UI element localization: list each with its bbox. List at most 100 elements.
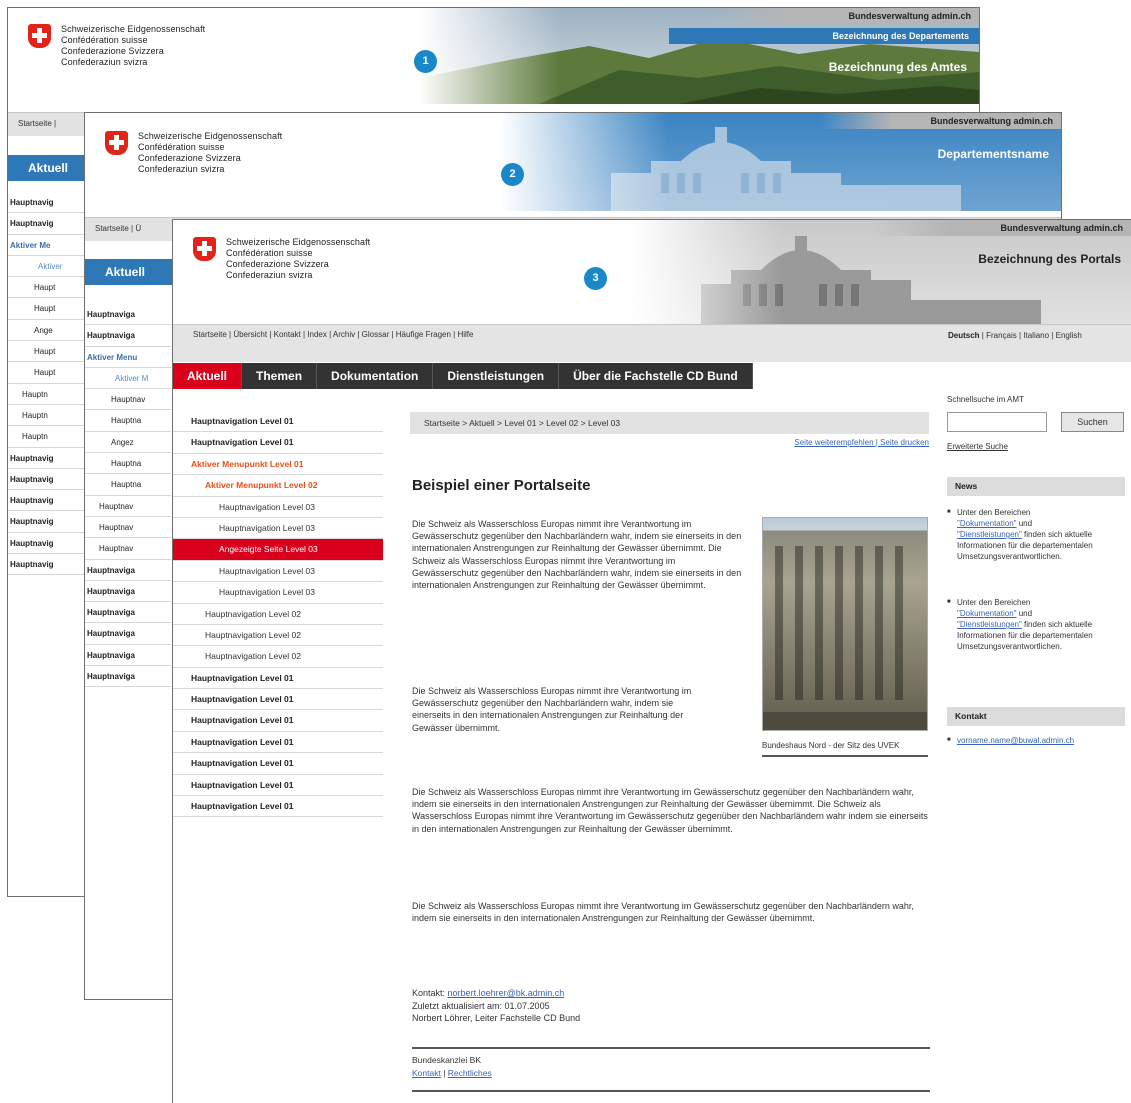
nav-item[interactable]: Hauptn xyxy=(8,426,90,448)
nav-item[interactable]: Hauptnavigation Level 03 xyxy=(173,582,383,604)
main-nav-tab[interactable]: Dokumentation xyxy=(317,363,434,389)
nav-item[interactable]: Hauptnavigation Level 01 xyxy=(173,411,383,433)
nav-item[interactable]: Hauptnavig xyxy=(8,192,90,214)
nav-item[interactable]: Haupt xyxy=(8,362,90,384)
nav-item[interactable]: Hauptnavig xyxy=(8,469,90,491)
main-nav-tab[interactable]: Dienstleistungen xyxy=(433,363,560,389)
nav-item[interactable]: Aktiver Me xyxy=(8,235,90,256)
nav-item[interactable]: Hauptn xyxy=(8,405,90,427)
main-nav-tab[interactable]: Themen xyxy=(242,363,318,389)
brand-text: Schweizerische Eidgenossenschaft Confédé… xyxy=(226,237,371,280)
nav-item[interactable]: Hauptnavigation Level 01 xyxy=(173,668,383,690)
nav-item[interactable]: Hauptnav xyxy=(85,517,171,539)
left-navigation: Hauptnavig Hauptnavig Aktiver Me Aktiver Hau… xyxy=(8,192,90,576)
language-selector[interactable]: Deutsch | Français | Italiano | English xyxy=(948,330,1124,342)
footer: Bundeskanzlei BK Kontakt | Rechtliches xyxy=(412,1055,492,1078)
nav-item[interactable]: Hauptnavig xyxy=(8,511,90,533)
nav-item[interactable]: Hauptnavigation Level 02 xyxy=(173,604,383,625)
nav-item[interactable]: Haupt xyxy=(8,277,90,299)
footer-legal-link[interactable]: Rechtliches xyxy=(448,1068,492,1078)
nav-item[interactable]: Hauptnavig xyxy=(8,533,90,555)
nav-item[interactable]: Angez xyxy=(85,432,171,454)
news-link-dokumentation[interactable]: "Dokumentation" xyxy=(957,609,1017,618)
nav-item[interactable]: Hauptnaviga xyxy=(85,581,171,603)
news-link-dienstleistungen[interactable]: "Dienstleistungen" xyxy=(957,620,1022,629)
recommend-page-link[interactable]: Seite weiterempfehlen xyxy=(794,438,873,447)
nav-item[interactable]: Hauptnavig xyxy=(8,554,90,576)
nav-item[interactable]: Aktiver xyxy=(8,256,90,278)
nav-item[interactable]: Hauptnav xyxy=(85,496,171,517)
language-de[interactable]: Deutsch xyxy=(948,331,980,340)
top-bar-admin[interactable]: Bundesverwaltung admin.ch xyxy=(821,113,1061,129)
nav-item[interactable]: Hauptnaviga xyxy=(85,325,171,347)
contact-info: Kontakt: norbert.loehrer@bk.admin.ch Zul… xyxy=(412,987,580,1025)
nav-item[interactable]: Hauptna xyxy=(85,453,171,475)
search-button[interactable]: Suchen xyxy=(1061,412,1124,432)
nav-item[interactable]: Hauptnavig xyxy=(8,213,90,235)
nav-item[interactable]: Hauptnavigation Level 03 xyxy=(173,561,383,583)
nav-item[interactable]: Hauptnavigation Level 01 xyxy=(173,689,383,711)
nav-item[interactable]: Hauptnavigation Level 01 xyxy=(173,710,383,732)
news-link-dokumentation[interactable]: "Dokumentation" xyxy=(957,519,1017,528)
nav-item[interactable]: Haupt xyxy=(8,298,90,320)
main-navigation: Aktuell Themen Dokumentation Dienstleistung… xyxy=(173,363,753,389)
variant-number-badge: 3 xyxy=(584,267,607,290)
main-nav-tab[interactable]: Aktuell xyxy=(173,363,243,389)
top-bar-admin[interactable]: Bundesverwaltung admin.ch xyxy=(871,220,1131,236)
nav-item[interactable]: Hauptnavigation Level 02 xyxy=(173,646,383,668)
nav-item[interactable]: Haupt xyxy=(8,341,90,363)
nav-item[interactable]: Hauptna xyxy=(85,474,171,496)
footer-org: Bundeskanzlei BK xyxy=(412,1055,481,1065)
nav-item[interactable]: Aktiver Menupunkt Level 01 xyxy=(173,454,383,476)
nav-item[interactable]: Hauptnavigation Level 01 xyxy=(173,753,383,775)
main-nav-tab-aktuell[interactable]: Aktuell xyxy=(8,155,88,181)
nav-item[interactable]: Hauptnavigation Level 03 xyxy=(173,518,383,540)
nav-item[interactable]: Hauptn xyxy=(8,384,90,405)
nav-item[interactable]: Hauptna xyxy=(85,410,171,432)
news-link-dienstleistungen[interactable]: "Dienstleistungen" xyxy=(957,530,1022,539)
news-item: Unter den Bereichen "Dokumentation" und … xyxy=(947,507,1125,562)
top-bar-admin[interactable]: Bundesverwaltung admin.ch xyxy=(709,8,979,24)
nav-item[interactable]: Aktiver Menupunkt Level 02 xyxy=(173,475,383,497)
nav-item[interactable]: Hauptnaviga xyxy=(85,602,171,624)
banner-title: Departementsname xyxy=(937,147,1049,161)
nav-item[interactable]: Hauptnavigation Level 03 xyxy=(173,497,383,518)
quick-search-input[interactable] xyxy=(947,412,1047,432)
nav-item[interactable]: Hauptnavigation Level 01 xyxy=(173,775,383,797)
print-page-link[interactable]: Seite drucken xyxy=(880,438,929,447)
advanced-search-link[interactable]: Erweiterte Suche xyxy=(947,442,1125,451)
nav-item[interactable]: Hauptnav xyxy=(85,538,171,560)
nav-item[interactable]: Hauptnavigation Level 01 xyxy=(173,432,383,454)
main-nav-tab[interactable]: Über die Fachstelle CD Bund xyxy=(559,363,753,389)
contact-box-title: Kontakt xyxy=(947,707,1125,726)
nav-item[interactable]: Hauptnav xyxy=(85,389,171,411)
department-bar[interactable]: Bezeichnung des Departements xyxy=(669,28,979,44)
brand-text: Schweizerische Eidgenossenschaft Confédé… xyxy=(61,24,206,67)
federal-logo[interactable]: Schweizerische Eidgenossenschaft Confédé… xyxy=(193,237,370,281)
service-link-startseite[interactable]: Startseite | Ü xyxy=(95,224,141,233)
nav-item[interactable]: Hauptnavigation Level 01 xyxy=(173,732,383,754)
federal-logo[interactable]: Schweizerische Eidgenossenschaft Confédé… xyxy=(105,131,282,175)
nav-item[interactable]: Hauptnaviga xyxy=(85,623,171,645)
service-links[interactable]: Startseite | Übersicht | Kontakt | Index… xyxy=(193,330,473,339)
nav-item[interactable]: Hauptnavigation Level 01 xyxy=(173,796,383,818)
nav-item[interactable]: Hauptnaviga xyxy=(85,666,171,688)
footer-contact-link[interactable]: Kontakt xyxy=(412,1068,441,1078)
nav-item[interactable]: Hauptnaviga xyxy=(85,645,171,667)
nav-item[interactable]: Hauptnavig xyxy=(8,490,90,512)
contact-box-email-link[interactable]: vorname.name@buwal.admin.ch xyxy=(957,736,1074,745)
nav-item[interactable]: Hauptnavig xyxy=(8,448,90,469)
language-others[interactable]: | Français | Italiano | English xyxy=(980,331,1082,340)
nav-item[interactable]: Aktiver M xyxy=(85,368,171,390)
nav-item[interactable]: Aktiver Menu xyxy=(85,347,171,368)
nav-item[interactable]: Ange xyxy=(8,320,90,342)
nav-item[interactable]: Hauptnaviga xyxy=(85,304,171,326)
nav-item[interactable]: Angezeigte Seite Level 03 xyxy=(173,539,383,561)
contact-email-link[interactable]: norbert.loehrer@bk.admin.ch xyxy=(448,988,565,998)
service-link-startseite[interactable]: Startseite | xyxy=(18,119,56,128)
nav-item[interactable]: Hauptnaviga xyxy=(85,560,171,581)
main-nav-tab-aktuell[interactable]: Aktuell xyxy=(85,259,175,285)
variant-number-badge: 1 xyxy=(414,50,437,73)
federal-logo[interactable]: Schweizerische Eidgenossenschaft Confédé… xyxy=(28,24,205,68)
nav-item[interactable]: Hauptnavigation Level 02 xyxy=(173,625,383,647)
